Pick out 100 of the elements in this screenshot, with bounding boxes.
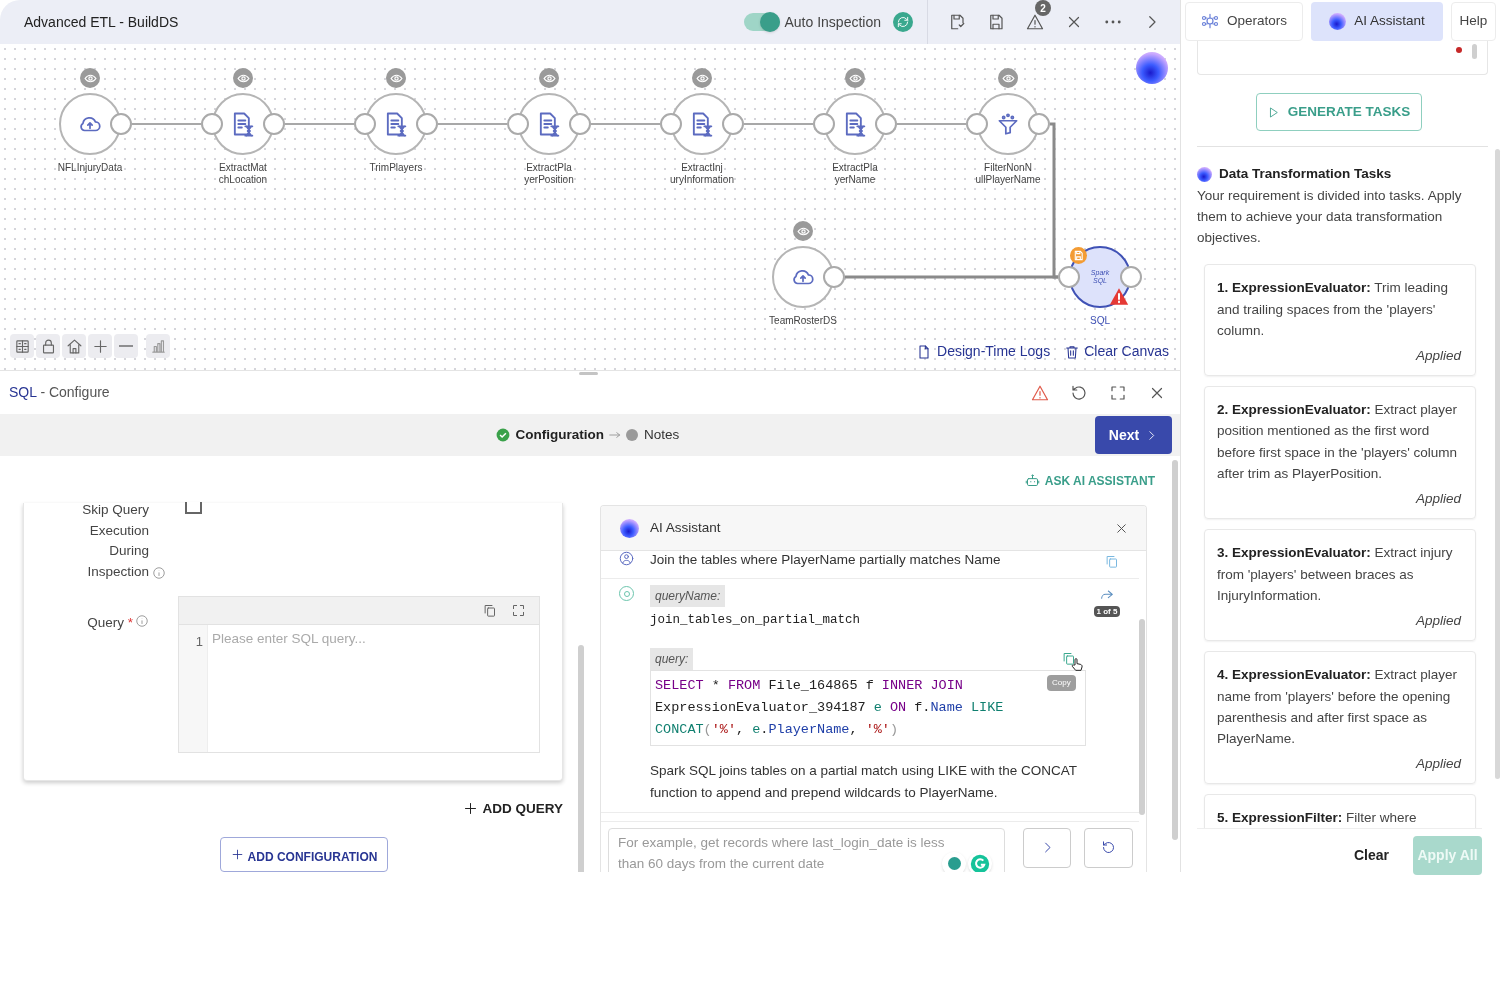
node-label: ExtractInj uryInformation [669,162,735,186]
step-tab[interactable]: Configuration [515,424,605,446]
port-handle[interactable] [263,113,285,135]
resize-handle[interactable] [579,372,598,375]
node-label: TeamRosterDS [768,315,838,327]
port-handle[interactable] [354,113,376,135]
port-handle[interactable] [722,113,744,135]
panel-tab[interactable]: AI Assistant [1311,1,1443,41]
field-tag: query: [650,647,694,670]
task-status: Applied [1415,756,1461,772]
assistant-orb-icon [1136,52,1168,84]
eye-icon[interactable] [80,68,100,88]
writing-assistant-icon[interactable] [968,851,992,872]
eye-icon[interactable] [692,68,712,88]
task-description: 2. ExpressionEvaluator: Extract player position mentioned as the first word before first space in the 'players' column after trim as PlayerPosition. [1217,401,1459,484]
connector-line [131,123,202,125]
port-handle[interactable] [569,113,591,135]
port-handle[interactable] [1120,266,1142,288]
port-handle[interactable] [1058,266,1080,288]
task-status: Applied [1415,613,1461,629]
home-button[interactable] [62,334,86,358]
node-label: ExtractMat chLocation [217,162,269,186]
warning-icon [1026,13,1044,31]
eye-icon[interactable] [793,221,813,241]
connector-line [590,123,661,125]
toggle-label: Auto Inspection [784,12,881,32]
task-status: Applied [1415,348,1461,364]
port-handle[interactable] [823,266,845,288]
connector-line [284,123,355,125]
port-handle[interactable] [201,113,223,135]
panel-tab[interactable]: Operators [1185,1,1303,41]
flow-node[interactable] [59,93,121,155]
eye-icon[interactable] [233,68,253,88]
copy-tooltip: Copy [1047,674,1076,691]
field-label: Query * [87,614,133,632]
query-input[interactable]: Please enter SQL query... [208,625,539,752]
robot-icon [1024,473,1040,488]
eye-icon[interactable] [998,68,1018,88]
task-description: 5. ExpressionFilter: Filter where [1217,809,1418,828]
user-message: Join the tables where PlayerName partially matches Name [650,551,1001,569]
eye-icon[interactable] [386,68,406,88]
save-icon [987,13,1005,31]
port-handle[interactable] [660,113,682,135]
design-time-logs-link[interactable]: Design-Time Logs [916,341,1051,362]
expand-icon[interactable] [511,603,526,618]
chart-button[interactable] [146,334,170,358]
port-handle[interactable] [966,113,988,135]
requirement-input[interactable] [1197,41,1488,75]
expand-icon[interactable] [1109,383,1127,402]
port-handle[interactable] [110,113,132,135]
eye-icon[interactable] [845,68,865,88]
plus-icon [463,801,479,817]
warning-icon[interactable] [1031,383,1049,402]
lock-button[interactable] [36,334,60,358]
eye-icon[interactable] [539,68,559,88]
port-handle[interactable] [875,113,897,135]
add-query-button[interactable]: ADD QUERY [463,798,563,819]
copy-icon[interactable] [1104,554,1119,569]
line-number: 1 [195,634,203,649]
clear-canvas-link[interactable]: Clear Canvas [1064,341,1169,362]
save-as-icon [948,13,966,31]
clear-button[interactable]: Clear [1353,845,1389,866]
copy-icon[interactable] [1061,650,1076,666]
reset-icon[interactable] [1070,383,1088,402]
user-icon [619,551,634,566]
node-label: NFLInjuryData [56,162,124,174]
panel-tab[interactable]: Help [1451,1,1496,41]
sql-editor[interactable]: 1 Please enter SQL query... [178,596,540,753]
flow-node[interactable] [772,246,834,308]
step-tab[interactable]: Notes [644,424,680,446]
home-icon [65,337,83,355]
page-counter: 1 of 5 [1093,606,1121,617]
port-handle[interactable] [1028,113,1050,135]
assistant-orb-icon [620,518,639,538]
trash-icon [1064,343,1081,360]
port-handle[interactable] [507,113,529,135]
add-configuration-button[interactable]: ADD CONFIGURATION [220,836,388,872]
copy-icon[interactable] [482,603,497,618]
assistant-message: Spark SQL joins tables on a partial match using LIKE with the CONCAT function to append and prepend wildcards to PlayerName. [650,761,1078,802]
auto-inspection-toggle[interactable] [744,13,781,31]
reset-button[interactable] [1084,827,1133,868]
grid-button[interactable] [10,334,34,358]
lightbulb-icon[interactable] [942,851,966,872]
alerts-button[interactable] [1025,12,1045,32]
skip-checkbox[interactable] [185,502,202,514]
connector-line [743,123,814,125]
port-handle[interactable] [416,113,438,135]
refresh-icon[interactable] [893,12,913,32]
info-icon [152,566,166,580]
prompt-input[interactable]: For example, get records where last_login_date is less than 60 days from the current date [608,827,1005,872]
send-button[interactable] [1023,827,1071,868]
next-button[interactable]: Next [1095,416,1172,454]
zoom-in-icon [91,337,109,355]
bar-chart-icon [149,337,167,355]
recording-indicator-icon [1456,47,1462,53]
zoom-out-button[interactable] [114,334,138,358]
port-handle[interactable] [813,113,835,135]
zoom-in-button[interactable] [88,334,112,358]
task-status: Applied [1415,491,1461,507]
code-line: SELECT * FROM File_164865 f INNER JOIN [655,676,963,695]
